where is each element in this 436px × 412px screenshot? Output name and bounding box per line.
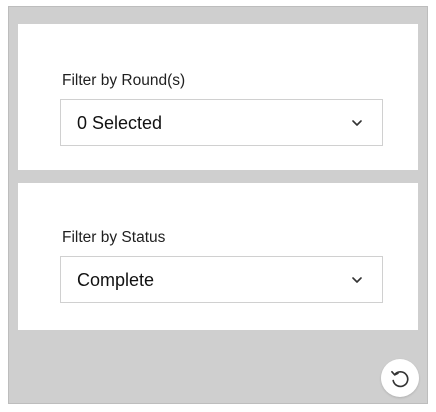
round-filter-label: Filter by Round(s) bbox=[62, 72, 186, 89]
reset-icon bbox=[391, 370, 409, 388]
round-filter-select[interactable]: 0 Selected bbox=[60, 99, 383, 146]
status-filter-label: Filter by Status bbox=[62, 229, 166, 246]
round-filter-card: Filter by Round(s) 0 Selected bbox=[18, 24, 418, 170]
status-filter-value: Complete bbox=[77, 270, 155, 290]
status-filter-select[interactable]: Complete bbox=[60, 256, 383, 303]
chevron-down-icon bbox=[352, 277, 362, 283]
chevron-down-icon bbox=[352, 120, 362, 126]
round-filter-value: 0 Selected bbox=[77, 113, 163, 133]
reset-filters-button[interactable] bbox=[381, 359, 419, 397]
status-filter-card: Filter by Status Complete bbox=[18, 183, 418, 330]
filter-panel: Filter by Round(s) 0 Selected Filter by … bbox=[8, 6, 428, 404]
